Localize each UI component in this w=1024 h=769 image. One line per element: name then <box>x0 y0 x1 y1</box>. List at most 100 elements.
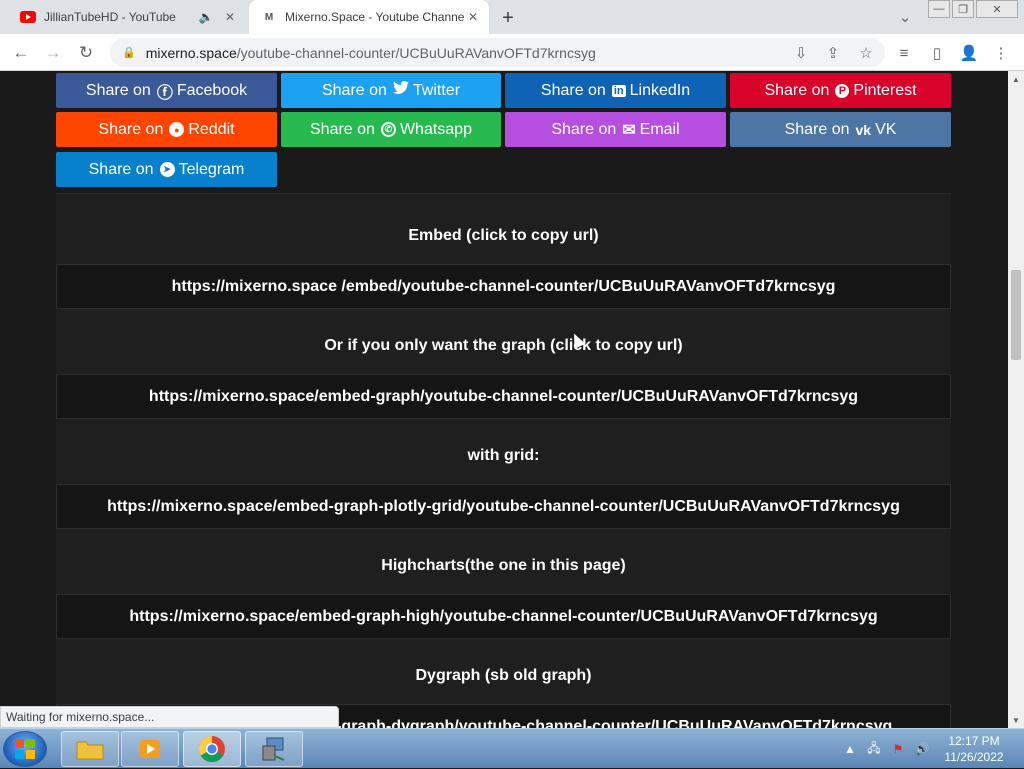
address-bar[interactable]: 🔒 mixerno.space/youtube-channel-counter/… <box>110 38 885 67</box>
network-app-taskbar-button[interactable] <box>245 731 303 767</box>
facebook-icon: ⓕ <box>156 84 173 102</box>
system-clock[interactable]: 12:17 PM 11/26/2022 <box>940 733 1008 765</box>
share-vk-button[interactable]: Share on vk VK <box>730 112 951 147</box>
action-center-flag-icon[interactable]: ⚑ <box>889 729 907 769</box>
start-button[interactable] <box>3 731 47 767</box>
grid-embed-url-box[interactable]: https://mixerno.space/embed-graph-plotly… <box>56 484 951 529</box>
share-network: LinkedIn <box>629 81 691 99</box>
share-prefix: Share on <box>310 120 375 138</box>
menu-kebab-icon[interactable]: ⋮ <box>990 42 1012 64</box>
media-player-icon <box>140 740 160 758</box>
share-prefix: Share on <box>85 81 151 99</box>
windows-logo-icon <box>15 739 35 759</box>
email-icon: ✉ <box>622 121 636 139</box>
mixerno-icon: M <box>264 11 274 23</box>
tab-strip: JillianTubeHD - YouTube 🔈 ✕ M Mixerno.Sp… <box>0 0 1024 34</box>
highcharts-embed-url-box[interactable]: https://mixerno.space/embed-graph-high/y… <box>56 594 951 639</box>
graph-embed-heading: Or if you only want the graph (click to … <box>324 337 683 354</box>
back-arrow-icon[interactable]: ← <box>8 40 34 66</box>
share-prefix: Share on <box>551 120 617 138</box>
share-prefix: Share on <box>764 81 830 99</box>
share-network: Twitter <box>412 81 461 99</box>
browser-toolbar: ← → ↻ 🔒 mixerno.space/youtube-channel-co… <box>0 34 1024 71</box>
share-prefix: Share on <box>784 120 850 138</box>
scroll-down-arrow-icon[interactable]: ▼ <box>1008 712 1024 728</box>
tab-title: Mixerno.Space - Youtube Channe <box>285 10 465 24</box>
side-panel-icon[interactable]: ▯ <box>926 42 948 64</box>
section-divider <box>56 193 951 194</box>
share-prefix: Share on <box>321 81 387 99</box>
share-whatsapp-button[interactable]: Share on ✆ Whatsapp <box>281 112 501 147</box>
share-email-button[interactable]: Share on ✉ Email <box>505 112 726 147</box>
install-icon[interactable]: ⇩ <box>790 42 812 64</box>
share-linkedin-button[interactable]: Share on in LinkedIn <box>505 73 726 108</box>
share-network: Facebook <box>176 81 248 99</box>
profile-avatar-icon[interactable]: 👤 <box>958 42 980 64</box>
network-computer-icon <box>262 737 285 761</box>
lock-icon[interactable]: 🔒 <box>122 46 136 59</box>
share-network: Pinterest <box>853 81 917 99</box>
close-tab-icon[interactable]: ✕ <box>465 9 481 25</box>
share-network: Whatsapp <box>399 120 472 138</box>
clock-date: 11/26/2022 <box>944 750 1004 764</box>
share-reddit-button[interactable]: Share on ● Reddit <box>56 112 277 147</box>
show-hidden-icons-arrow[interactable]: ▲ <box>843 729 857 769</box>
share-icon[interactable]: ⇪ <box>822 42 844 64</box>
reddit-icon: ● <box>169 122 185 137</box>
chrome-taskbar-button[interactable] <box>183 731 241 767</box>
reading-list-icon[interactable]: ≡ <box>893 42 915 64</box>
volume-icon[interactable]: 🔊 <box>913 729 931 769</box>
clock-time: 12:17 PM <box>948 734 1000 748</box>
dygraph-embed-heading: Dygraph (sb old graph) <box>415 667 592 684</box>
minimize-button[interactable]: — <box>928 0 950 18</box>
page-viewport: Share on ⓕ Facebook Share on Twitter Sha… <box>0 71 1008 728</box>
reload-icon[interactable]: ↻ <box>73 40 99 66</box>
restore-button[interactable]: ❐ <box>952 0 974 18</box>
close-tab-icon[interactable]: ✕ <box>222 9 238 25</box>
share-facebook-button[interactable]: Share on ⓕ Facebook <box>56 73 277 108</box>
close-window-button[interactable]: ✕ <box>976 0 1018 18</box>
tab-title: JillianTubeHD - YouTube <box>44 10 176 24</box>
telegram-icon: ➤ <box>159 162 175 177</box>
tab-mixerno[interactable]: M Mixerno.Space - Youtube Channe ✕ <box>249 0 489 34</box>
twitter-icon <box>392 81 409 100</box>
tab-search-icon[interactable]: ⌄ <box>894 6 916 28</box>
browser-chrome: JillianTubeHD - YouTube 🔈 ✕ M Mixerno.Sp… <box>0 0 1024 71</box>
highcharts-embed-heading: Highcharts(the one in this page) <box>381 557 626 574</box>
scrollbar-thumb[interactable] <box>1011 270 1021 360</box>
share-twitter-button[interactable]: Share on Twitter <box>281 73 501 108</box>
new-tab-button[interactable]: + <box>497 7 519 29</box>
url-path: /youtube-channel-counter/UCBuUuRAVanvOFT… <box>236 44 596 61</box>
bookmark-star-icon[interactable]: ☆ <box>855 42 877 64</box>
explorer-taskbar-button[interactable] <box>61 731 119 767</box>
windows-taskbar: ▲ 🖧 ⚑ 🔊 12:17 PM 11/26/2022 <box>0 728 1024 768</box>
share-prefix: Share on <box>98 120 164 138</box>
speaker-icon[interactable]: 🔈 <box>198 9 214 25</box>
share-network: Reddit <box>188 120 235 138</box>
youtube-icon <box>20 9 36 25</box>
pinterest-icon: P <box>835 83 850 98</box>
chrome-icon <box>198 735 225 763</box>
grid-embed-heading: with grid: <box>467 447 540 464</box>
page-scrollbar[interactable]: ▲ ▼ <box>1008 71 1024 728</box>
share-pinterest-button[interactable]: Share on P Pinterest <box>730 73 951 108</box>
vk-icon: vk <box>855 121 872 138</box>
share-network: VK <box>875 120 897 138</box>
embed-heading: Embed (click to copy url) <box>408 227 599 244</box>
share-network: Telegram <box>178 160 245 178</box>
share-network: Email <box>639 120 680 138</box>
folder-icon <box>76 741 104 760</box>
embed-url-box[interactable]: https://mixerno.space /embed/youtube-cha… <box>56 264 951 309</box>
status-bubble: Waiting for mixerno.space... <box>0 706 339 728</box>
url-host: mixerno.space <box>145 44 237 61</box>
tab-youtube[interactable]: JillianTubeHD - YouTube 🔈 ✕ <box>8 0 246 34</box>
media-player-taskbar-button[interactable] <box>121 731 179 767</box>
share-telegram-button[interactable]: Share on ➤ Telegram <box>56 152 277 187</box>
share-prefix: Share on <box>540 81 606 99</box>
whatsapp-icon: ✆ <box>380 122 396 137</box>
graph-embed-url-box[interactable]: https://mixerno.space/embed-graph/youtub… <box>56 374 951 419</box>
network-tray-icon[interactable]: 🖧 <box>865 729 883 769</box>
share-prefix: Share on <box>88 160 154 178</box>
scroll-up-arrow-icon[interactable]: ▲ <box>1008 71 1024 87</box>
forward-arrow-icon[interactable]: → <box>40 40 66 66</box>
